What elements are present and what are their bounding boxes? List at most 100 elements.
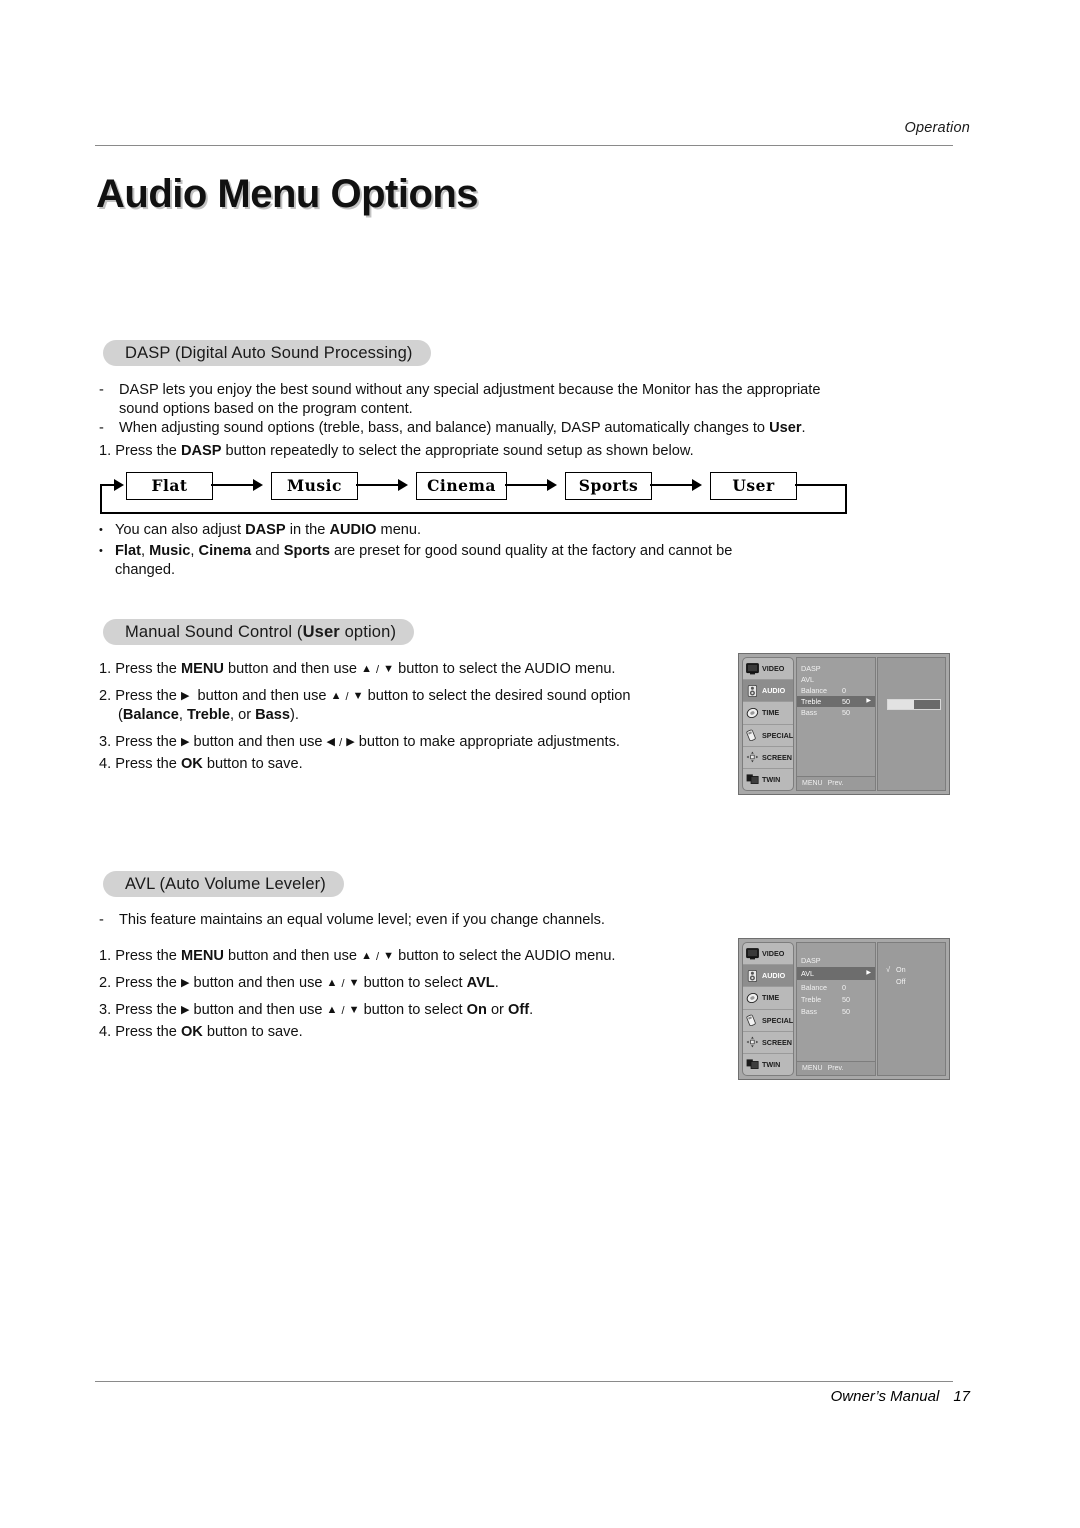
osd-row-avl-1[interactable]: AVL bbox=[797, 674, 875, 685]
screen-icon bbox=[746, 751, 759, 763]
bullet-glyph-1: • bbox=[99, 524, 103, 536]
chevron-right-icon: ▶ bbox=[866, 698, 871, 704]
osd-menu-video-1[interactable]: VIDEO bbox=[743, 658, 793, 681]
osd-menu-twin-label-1: TWIN bbox=[762, 774, 781, 784]
osd-sidebar-1: VIDEO AUDIO TIME SPECIAL SCREEN TWIN bbox=[742, 657, 794, 791]
osd-menu-special-label-2: SPECIAL bbox=[762, 1015, 794, 1025]
manual-step-2-cont: (Balance, Treble, or Bass). bbox=[118, 707, 299, 723]
flow-loop-top bbox=[795, 484, 847, 486]
osd-menu-time-2[interactable]: TIME bbox=[743, 987, 793, 1010]
manual-step-4: 4. Press the OK button to save. bbox=[99, 756, 303, 772]
osd-menu-time-1[interactable]: TIME bbox=[743, 702, 793, 725]
osd-menu-audio-1[interactable]: AUDIO bbox=[743, 680, 793, 703]
flow-line-2 bbox=[356, 484, 402, 486]
osd-menu-audio-2[interactable]: AUDIO bbox=[743, 965, 793, 988]
manual-heading-post: option) bbox=[339, 623, 397, 641]
dash-marker-2: - bbox=[99, 420, 104, 436]
flow-arrow-4 bbox=[692, 479, 702, 491]
osd-footer-prev-1: Prev. bbox=[827, 780, 844, 787]
flow-box-flat: Flat bbox=[126, 472, 213, 500]
osd-menu-special-2[interactable]: SPECIAL bbox=[743, 1010, 793, 1032]
osd-panel-treble bbox=[877, 657, 946, 791]
osd-row-dasp-2[interactable]: DASP bbox=[797, 954, 875, 967]
osd-rows-avl: DASP AVL ▶ Balance 0 Treble 50 Bass 50 bbox=[797, 943, 875, 1061]
osd-menu-twin-label-2: TWIN bbox=[762, 1059, 781, 1069]
flow-box-sports: Sports bbox=[565, 472, 652, 500]
osd-row-balance-2[interactable]: Balance 0 bbox=[797, 982, 875, 994]
osd-menu-audio-label-2: AUDIO bbox=[762, 971, 786, 981]
section-heading-manual: Manual Sound Control (User option) bbox=[103, 619, 415, 645]
osd-list-avl: DASP AVL ▶ Balance 0 Treble 50 Bass 50 M… bbox=[796, 942, 876, 1076]
footer-page-number: 17 bbox=[953, 1388, 970, 1405]
screen-icon bbox=[746, 1036, 759, 1048]
osd-row-label: Bass bbox=[801, 1007, 817, 1016]
osd-menu-special-label-1: SPECIAL bbox=[762, 730, 794, 740]
flow-entry-arrow bbox=[114, 479, 124, 491]
header-rule bbox=[95, 145, 953, 146]
osd-footer-1: MENU Prev. bbox=[797, 776, 875, 790]
osd-footer-menu-1: MENU bbox=[802, 780, 823, 787]
flow-loop-bottom bbox=[100, 512, 847, 514]
dasp-step-1: 1. Press the DASP button repeatedly to s… bbox=[99, 443, 694, 459]
treble-slider[interactable] bbox=[887, 699, 941, 710]
flow-arrow-1 bbox=[253, 479, 263, 491]
avl-step-1: 1. Press the MENU button and then use ▲ … bbox=[99, 948, 616, 964]
osd-footer-2: MENU Prev. bbox=[797, 1061, 875, 1075]
remote-icon bbox=[746, 1014, 759, 1027]
osd-menu-special-1[interactable]: SPECIAL bbox=[743, 725, 793, 747]
osd-row-bass-1[interactable]: Bass 50 bbox=[797, 707, 875, 718]
osd-screenshot-treble: VIDEO AUDIO TIME SPECIAL SCREEN TWIN DAS… bbox=[738, 653, 950, 795]
osd-row-dasp-1[interactable]: DASP bbox=[797, 663, 875, 674]
manual-heading-pre: Manual Sound Control ( bbox=[125, 623, 303, 641]
osd-menu-screen-label-1: SCREEN bbox=[762, 752, 792, 762]
flow-loop-left bbox=[100, 484, 102, 514]
osd-row-value: 0 bbox=[842, 983, 846, 992]
manual-step-3: 3. Press the ▶ button and then use ◀ / ▶… bbox=[99, 734, 620, 750]
remote-icon bbox=[746, 729, 759, 742]
flow-box-music: Music bbox=[271, 472, 358, 500]
speaker-icon bbox=[746, 969, 759, 982]
osd-row-label: AVL bbox=[801, 969, 815, 978]
chevron-right-icon: ▶ bbox=[866, 970, 871, 976]
osd-row-label: DASP bbox=[801, 664, 821, 673]
osd-menu-audio-label-1: AUDIO bbox=[762, 686, 786, 696]
osd-menu-twin-2[interactable]: TWIN bbox=[743, 1054, 793, 1075]
osd-row-balance-1[interactable]: Balance 0 bbox=[797, 685, 875, 696]
osd-menu-screen-2[interactable]: SCREEN bbox=[743, 1032, 793, 1054]
flow-box-cinema: Cinema bbox=[416, 472, 507, 500]
check-icon: √ bbox=[886, 965, 891, 974]
osd-row-bass-2[interactable]: Bass 50 bbox=[797, 1006, 875, 1018]
osd-panel-avl: √ On Off bbox=[877, 942, 946, 1076]
osd-rows-treble: DASP AVL Balance 0 Treble 50 ▶ Bass 50 bbox=[797, 658, 875, 776]
osd-list-treble: DASP AVL Balance 0 Treble 50 ▶ Bass 50 M… bbox=[796, 657, 876, 791]
avl-step-2: 2. Press the ▶ button and then use ▲ / ▼… bbox=[99, 975, 499, 991]
dasp-bullet-1b: sound options based on the program conte… bbox=[119, 401, 413, 417]
osd-row-avl-2[interactable]: AVL ▶ bbox=[797, 967, 875, 980]
osd-menu-time-label-1: TIME bbox=[762, 708, 780, 718]
flow-line-3 bbox=[505, 484, 551, 486]
osd-menu-screen-label-2: SCREEN bbox=[762, 1037, 792, 1047]
osd-footer-prev-2: Prev. bbox=[827, 1065, 844, 1072]
avl-bullet: - This feature maintains an equal volume… bbox=[99, 911, 799, 930]
osd-row-label: Bass bbox=[801, 708, 817, 717]
osd-row-treble-2[interactable]: Treble 50 bbox=[797, 994, 875, 1006]
avl-option-off[interactable]: Off bbox=[896, 977, 905, 986]
osd-row-treble-1[interactable]: Treble 50 ▶ bbox=[797, 696, 875, 707]
dasp-note-1: You can also adjust DASP in the AUDIO me… bbox=[115, 522, 422, 538]
flow-box-user: User bbox=[710, 472, 797, 500]
section-heading-avl: AVL (Auto Volume Leveler) bbox=[103, 871, 344, 897]
treble-slider-fill bbox=[888, 700, 914, 709]
osd-menu-video-2[interactable]: VIDEO bbox=[743, 943, 793, 966]
osd-menu-twin-1[interactable]: TWIN bbox=[743, 769, 793, 790]
osd-row-label: DASP bbox=[801, 956, 821, 965]
dasp-bullet-list: - DASP lets you enjoy the best sound wit… bbox=[99, 381, 949, 438]
osd-row-value: 50 bbox=[842, 1007, 850, 1016]
avl-option-on[interactable]: √ On bbox=[886, 965, 906, 974]
dasp-bullet-1a: DASP lets you enjoy the best sound witho… bbox=[119, 382, 821, 398]
osd-row-value: 50 bbox=[842, 697, 850, 706]
osd-menu-screen-1[interactable]: SCREEN bbox=[743, 747, 793, 769]
osd-menu-video-label-2: VIDEO bbox=[762, 949, 785, 959]
footer: Owner’s Manual 17 bbox=[831, 1388, 970, 1405]
osd-menu-video-label-1: VIDEO bbox=[762, 664, 785, 674]
flow-arrow-2 bbox=[398, 479, 408, 491]
